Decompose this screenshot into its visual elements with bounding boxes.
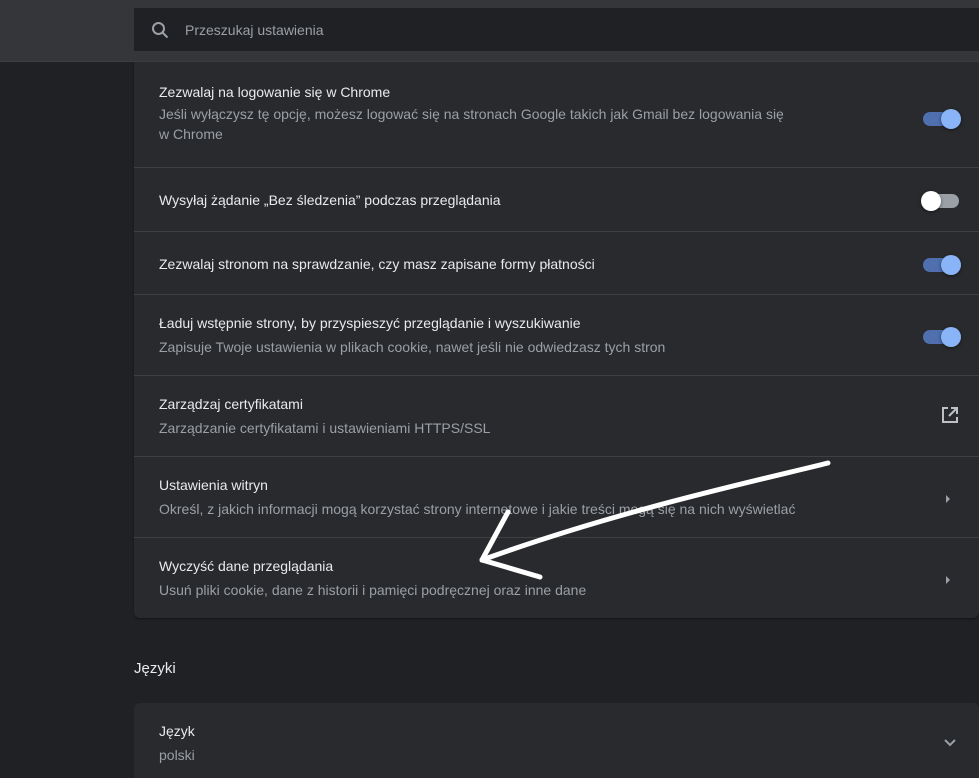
settings-page: Zezwalaj na logowanie się w Chrome Jeśli… <box>0 0 979 778</box>
toggle-knob <box>941 327 961 347</box>
search-icon <box>151 21 169 39</box>
setting-subtitle: Usuń pliki cookie, dane z historii i pam… <box>159 582 587 598</box>
toggle-knob <box>941 255 961 275</box>
search-input[interactable] <box>183 20 787 39</box>
chevron-down-icon[interactable] <box>943 735 957 753</box>
setting-title: Język <box>159 723 195 739</box>
setting-row-site-settings[interactable]: Ustawienia witryn Określ, z jakich infor… <box>134 456 979 537</box>
left-sidebar-area <box>0 0 134 778</box>
privacy-settings-card: Zezwalaj na logowanie się w Chrome Jeśli… <box>134 62 979 618</box>
setting-subtitle: Określ, z jakich informacji mogą korzyst… <box>159 501 796 517</box>
external-link-icon[interactable] <box>941 406 959 429</box>
setting-subtitle: Jeśli wyłączysz tę opcję, możesz logować… <box>159 106 784 122</box>
setting-title: Ładuj wstępnie strony, by przyspieszyć p… <box>159 315 581 331</box>
toggle-knob <box>941 109 961 129</box>
setting-row-do-not-track[interactable]: Wysyłaj żądanie „Bez śledzenia” podczas … <box>134 167 979 231</box>
setting-row-manage-certificates[interactable]: Zarządzaj certyfikatami Zarządzanie cert… <box>134 375 979 456</box>
search-box[interactable] <box>134 8 979 51</box>
languages-card: Język polski <box>134 703 979 778</box>
toggle-knob <box>921 191 941 211</box>
setting-row-allow-chrome-signin[interactable]: Zezwalaj na logowanie się w Chrome Jeśli… <box>134 62 979 167</box>
chevron-right-icon[interactable] <box>944 491 952 509</box>
setting-subtitle: Zarządzanie certyfikatami i ustawieniami… <box>159 420 491 436</box>
setting-title: Zezwalaj na logowanie się w Chrome <box>159 84 391 100</box>
setting-row-language[interactable]: Język polski <box>134 703 979 778</box>
language-value: polski <box>159 747 195 763</box>
setting-row-payment-methods[interactable]: Zezwalaj stronom na sprawdzanie, czy mas… <box>134 231 979 294</box>
toggle-switch[interactable] <box>923 109 961 129</box>
chevron-right-icon[interactable] <box>944 572 952 590</box>
setting-title: Ustawienia witryn <box>159 477 268 493</box>
setting-row-clear-browsing-data[interactable]: Wyczyść dane przeglądania Usuń pliki coo… <box>134 537 979 618</box>
setting-title: Zezwalaj stronom na sprawdzanie, czy mas… <box>159 256 595 272</box>
setting-subtitle: Zapisuje Twoje ustawienia w plikach cook… <box>159 339 666 355</box>
setting-title: Zarządzaj certyfikatami <box>159 396 303 412</box>
setting-title: Wyczyść dane przeglądania <box>159 558 334 574</box>
toggle-switch[interactable] <box>923 255 961 275</box>
setting-subtitle-continued: w Chrome <box>159 126 223 142</box>
toggle-switch[interactable] <box>921 191 959 211</box>
setting-row-preload-pages[interactable]: Ładuj wstępnie strony, by przyspieszyć p… <box>134 294 979 375</box>
toggle-switch[interactable] <box>923 327 961 347</box>
setting-title: Wysyłaj żądanie „Bez śledzenia” podczas … <box>159 192 501 208</box>
languages-section-title: Języki <box>134 660 176 677</box>
top-bar <box>0 0 979 62</box>
